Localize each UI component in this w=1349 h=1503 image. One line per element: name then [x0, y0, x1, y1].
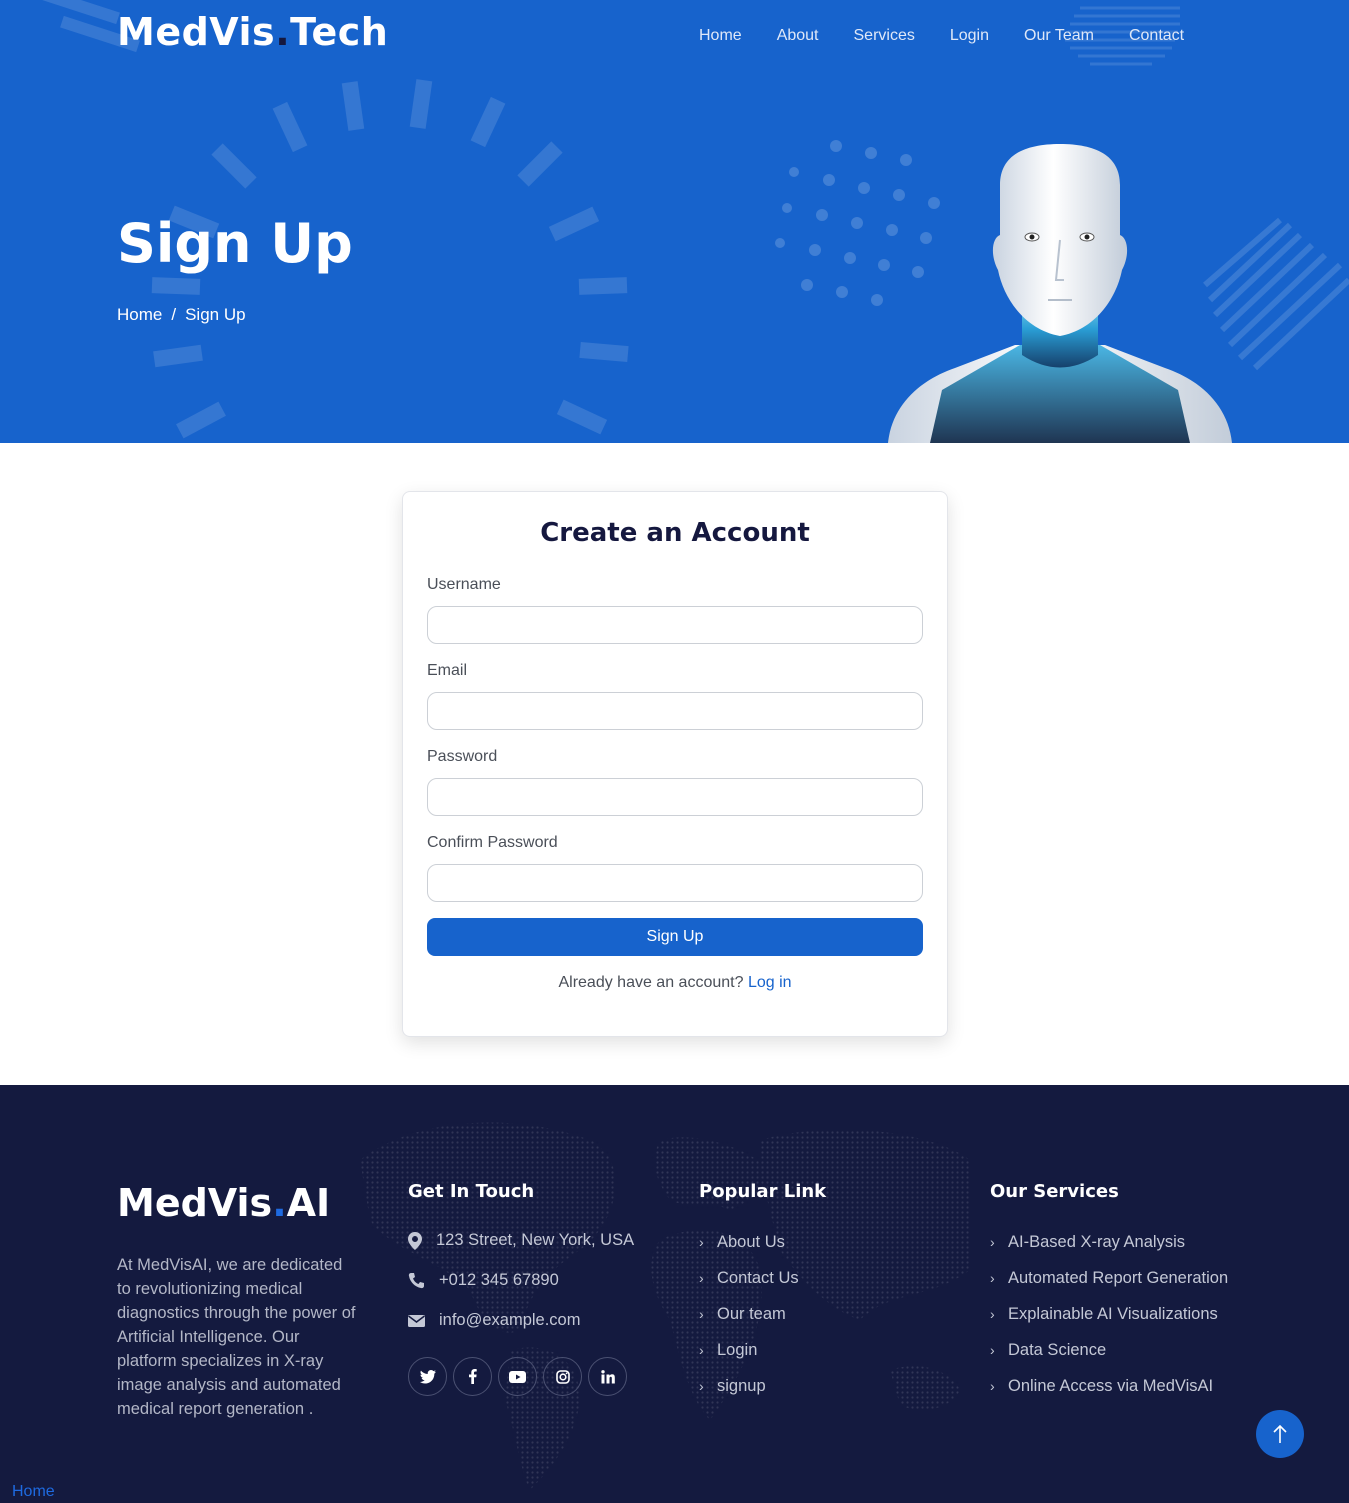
service-label: Online Access via MedVisAI [1008, 1377, 1214, 1395]
nav-contact[interactable]: Contact [1129, 27, 1184, 45]
chevron-right-icon: › [699, 1234, 704, 1250]
youtube-icon[interactable] [498, 1357, 537, 1396]
email-text: info@example.com [439, 1311, 581, 1329]
username-input[interactable] [427, 606, 923, 644]
service-xray-analysis[interactable]: › AI-Based X-ray Analysis [990, 1230, 1230, 1254]
back-to-top-button[interactable] [1256, 1410, 1304, 1458]
chevron-right-icon: › [990, 1306, 995, 1322]
main-nav: Home About Services Login Our Team Conta… [699, 27, 1184, 45]
linkedin-icon[interactable] [588, 1357, 627, 1396]
service-online-access[interactable]: › Online Access via MedVisAI [990, 1374, 1230, 1398]
confirm-password-label: Confirm Password [427, 834, 558, 851]
password-label: Password [427, 748, 498, 765]
chevron-right-icon: › [699, 1378, 704, 1394]
twitter-icon[interactable] [408, 1357, 447, 1396]
footer-about-text: At MedVisAI, we are dedicated to revolut… [117, 1256, 356, 1418]
footer-logo[interactable]: MedVis.AI [117, 1181, 330, 1225]
services-heading: Our Services [990, 1181, 1119, 1202]
signup-button[interactable]: Sign Up [427, 918, 923, 956]
popular-links-heading: Popular Link [699, 1181, 827, 1202]
footer-logo-main: MedVis [117, 1181, 273, 1225]
chevron-right-icon: › [990, 1378, 995, 1394]
login-link[interactable]: Log in [748, 974, 792, 991]
footer-link-our-team[interactable]: › Our team [699, 1302, 799, 1326]
chevron-right-icon: › [699, 1342, 704, 1358]
envelope-icon [408, 1314, 425, 1327]
chevron-right-icon: › [990, 1342, 995, 1358]
address-text: 123 Street, New York, USA [436, 1231, 635, 1249]
nav-login[interactable]: Login [950, 27, 989, 45]
form-title: Create an Account [540, 518, 810, 548]
email-label: Email [427, 662, 468, 679]
popular-links-list: › About Us › Contact Us › Our team › Login ›… [699, 1230, 799, 1410]
world-map-background [360, 1122, 970, 1490]
bottom-home-link[interactable]: Home [12, 1483, 55, 1501]
nav-our-team[interactable]: Our Team [1024, 27, 1094, 45]
link-label: Contact Us [717, 1269, 799, 1287]
username-label: Username [427, 576, 501, 593]
footer-link-login[interactable]: › Login [699, 1338, 799, 1362]
instagram-icon[interactable] [543, 1357, 582, 1396]
map-pin-icon [408, 1231, 422, 1250]
email-input[interactable] [427, 692, 923, 730]
footer-link-about-us[interactable]: › About Us [699, 1230, 799, 1254]
chevron-right-icon: › [699, 1270, 704, 1286]
page-title: Sign Up [117, 212, 353, 275]
service-label: AI-Based X-ray Analysis [1008, 1233, 1185, 1251]
footer-link-signup[interactable]: › signup [699, 1374, 799, 1398]
phone-icon [408, 1273, 424, 1289]
robot-illustration [888, 144, 1232, 443]
chevron-right-icon: › [699, 1306, 704, 1322]
chevron-right-icon: › [990, 1270, 995, 1286]
service-label: Explainable AI Visualizations [1008, 1305, 1218, 1323]
footer-logo-dot: . [272, 1181, 287, 1225]
password-input[interactable] [427, 778, 923, 816]
breadcrumb-home[interactable]: Home [117, 305, 162, 325]
contact-phone: +012 345 67890 [408, 1271, 559, 1290]
site-footer: MedVis.AI At MedVisAI, we are dedicated … [0, 1085, 1349, 1503]
signup-card: Create an Account Username Email Passwor… [402, 491, 948, 1037]
contact-address: 123 Street, New York, USA [408, 1231, 634, 1250]
service-report-generation[interactable]: › Automated Report Generation [990, 1266, 1230, 1290]
login-prompt: Already have an account? Log in [403, 974, 947, 992]
logo-dot: . [275, 10, 291, 54]
link-label: About Us [717, 1233, 785, 1251]
logo-text-main: MedVis [117, 10, 276, 54]
footer-link-contact-us[interactable]: › Contact Us [699, 1266, 799, 1290]
facebook-icon[interactable] [453, 1357, 492, 1396]
nav-about[interactable]: About [777, 27, 819, 45]
social-links [408, 1357, 627, 1396]
link-label: Login [717, 1341, 758, 1359]
breadcrumb-current: Sign Up [185, 305, 246, 324]
service-data-science[interactable]: › Data Science [990, 1338, 1230, 1362]
services-list: › AI-Based X-ray Analysis › Automated Repo… [990, 1230, 1230, 1410]
arrow-up-icon [1273, 1424, 1287, 1443]
service-label: Automated Report Generation [1008, 1269, 1229, 1287]
hero-banner: MedVis.Tech Home About Services Login Ou… [0, 0, 1349, 443]
breadcrumb: Home / Sign Up [117, 305, 246, 325]
chevron-right-icon: › [990, 1234, 995, 1250]
phone-text: +012 345 67890 [439, 1271, 559, 1289]
service-label: Data Science [1008, 1341, 1107, 1359]
contact-email: info@example.com [408, 1311, 580, 1330]
nav-services[interactable]: Services [854, 27, 915, 45]
link-label: Our team [717, 1305, 786, 1323]
logo-text-suffix: Tech [290, 10, 389, 54]
confirm-password-input[interactable] [427, 864, 923, 902]
contact-heading: Get In Touch [408, 1181, 535, 1202]
breadcrumb-separator: / [171, 305, 177, 324]
footer-logo-suffix: AI [286, 1181, 331, 1225]
link-label: signup [717, 1377, 766, 1395]
service-explainable-ai[interactable]: › Explainable AI Visualizations [990, 1302, 1230, 1326]
nav-home[interactable]: Home [699, 27, 742, 45]
login-prompt-text: Already have an account? [558, 974, 744, 991]
site-logo[interactable]: MedVis.Tech [117, 10, 388, 54]
